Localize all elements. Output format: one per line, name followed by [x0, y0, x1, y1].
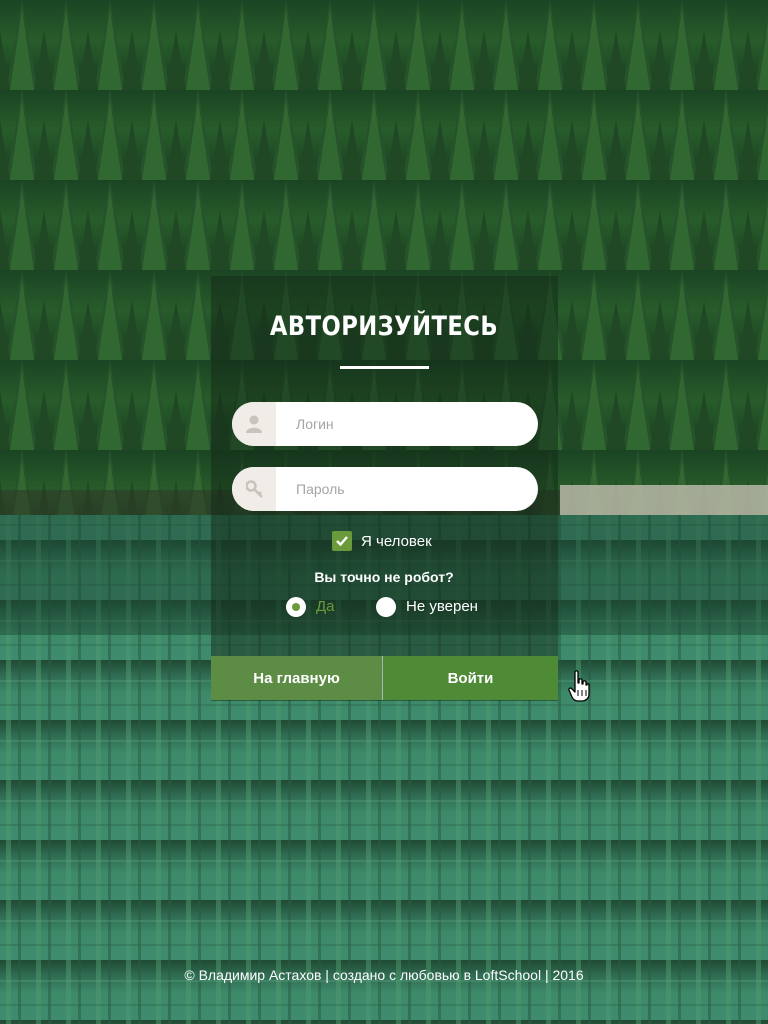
radio-yes[interactable] [286, 597, 306, 617]
password-field[interactable] [232, 467, 538, 511]
login-field[interactable] [232, 402, 538, 446]
login-input[interactable] [276, 402, 526, 446]
checkmark-icon [336, 536, 348, 546]
footer-credits: © Владимир Астахов | создано с любовью в… [184, 967, 584, 983]
home-button[interactable]: На главную [211, 656, 382, 700]
user-icon [246, 415, 262, 433]
title-underline [340, 366, 429, 369]
radio-not-sure-label[interactable]: Не уверен [406, 598, 478, 615]
human-checkbox[interactable] [332, 531, 352, 551]
page-title: АВТОРИЗУЙТЕСЬ [269, 311, 499, 342]
radio-yes-label[interactable]: Да [316, 598, 335, 615]
login-button[interactable]: Войти [383, 656, 558, 700]
key-icon [246, 480, 263, 498]
hand-cursor-icon [568, 670, 590, 702]
robot-question: Вы точно не робот? [314, 569, 454, 585]
password-icon-box [232, 467, 276, 511]
password-input[interactable] [276, 467, 526, 511]
radio-selected-dot [292, 603, 300, 611]
login-icon-box [232, 402, 276, 446]
human-checkbox-label: Я человек [361, 533, 432, 550]
radio-not-sure[interactable] [376, 597, 396, 617]
